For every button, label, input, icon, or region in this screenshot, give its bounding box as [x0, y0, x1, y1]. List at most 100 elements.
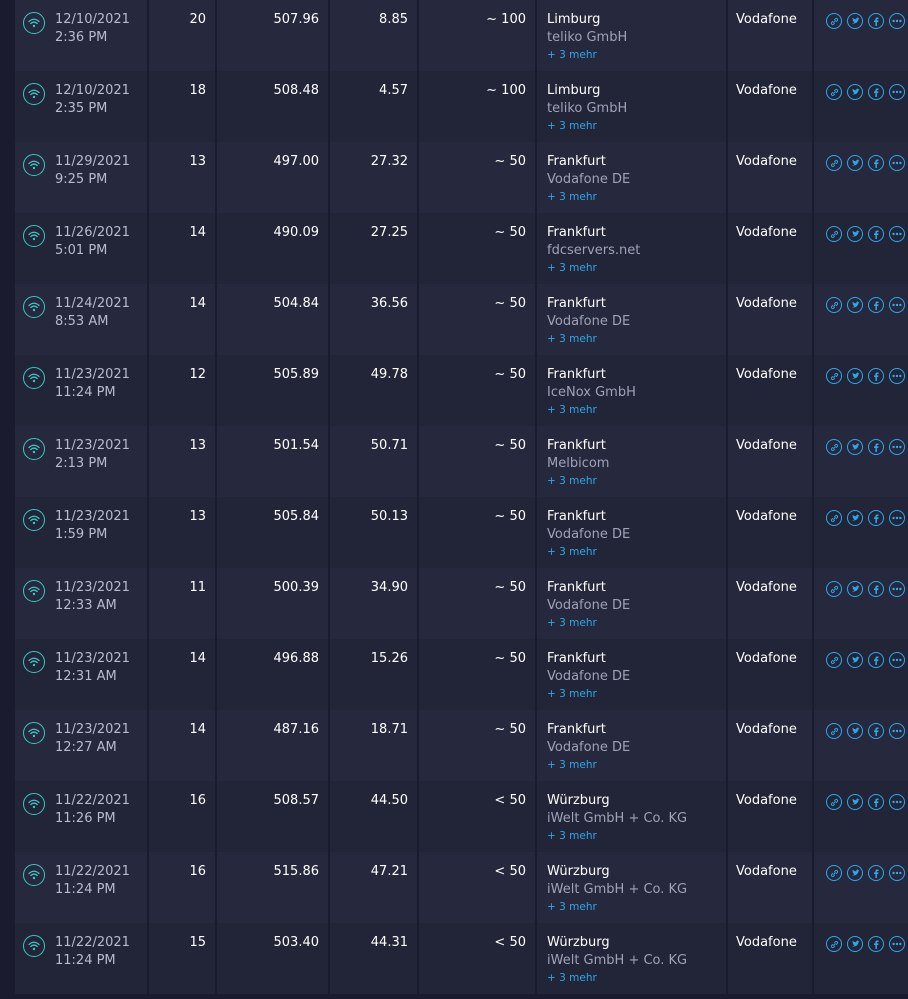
twitter-icon[interactable]: [847, 84, 863, 100]
share-cell: [814, 781, 908, 852]
more-options-icon[interactable]: [889, 297, 905, 313]
twitter-icon[interactable]: [847, 155, 863, 171]
table-row[interactable]: 11/23/2021 11:24 PM 12 505.89 49.78 ~ 50…: [15, 355, 908, 426]
link-icon[interactable]: [826, 297, 842, 313]
more-options-icon[interactable]: [889, 794, 905, 810]
share-cell: [814, 355, 908, 426]
twitter-icon[interactable]: [847, 865, 863, 881]
table-row[interactable]: 11/23/2021 12:27 AM 14 487.16 18.71 ~ 50…: [15, 710, 908, 781]
twitter-icon[interactable]: [847, 652, 863, 668]
more-servers-link[interactable]: + 3 mehr: [547, 260, 726, 276]
link-icon[interactable]: [826, 865, 842, 881]
more-options-icon[interactable]: [889, 13, 905, 29]
twitter-icon[interactable]: [847, 368, 863, 384]
table-row[interactable]: 12/10/2021 2:36 PM 20 507.96 8.85 ~ 100 …: [15, 0, 908, 71]
more-servers-link[interactable]: + 3 mehr: [547, 615, 726, 631]
table-row[interactable]: 11/26/2021 5:01 PM 14 490.09 27.25 ~ 50 …: [15, 213, 908, 284]
twitter-icon[interactable]: [847, 297, 863, 313]
table-row[interactable]: 11/23/2021 2:13 PM 13 501.54 50.71 ~ 50 …: [15, 426, 908, 497]
more-options-icon[interactable]: [889, 723, 905, 739]
twitter-icon[interactable]: [847, 794, 863, 810]
upload-cell: 27.25: [330, 213, 417, 284]
table-row[interactable]: 11/23/2021 1:59 PM 13 505.84 50.13 ~ 50 …: [15, 497, 908, 568]
more-options-icon[interactable]: [889, 226, 905, 242]
more-servers-link[interactable]: + 3 mehr: [547, 899, 726, 915]
date-cell: 12/10/2021 2:36 PM: [15, 0, 147, 71]
facebook-icon[interactable]: [868, 581, 884, 597]
table-row[interactable]: 11/29/2021 9:25 PM 13 497.00 27.32 ~ 50 …: [15, 142, 908, 213]
link-icon[interactable]: [826, 226, 842, 242]
twitter-icon[interactable]: [847, 13, 863, 29]
table-row[interactable]: 11/23/2021 12:31 AM 14 496.88 15.26 ~ 50…: [15, 639, 908, 710]
facebook-icon[interactable]: [868, 155, 884, 171]
isp-cell: Vodafone: [728, 284, 812, 355]
isp-cell: Vodafone: [728, 639, 812, 710]
table-row[interactable]: 12/10/2021 2:35 PM 18 508.48 4.57 ~ 100 …: [15, 71, 908, 142]
twitter-icon[interactable]: [847, 439, 863, 455]
more-servers-link[interactable]: + 3 mehr: [547, 686, 726, 702]
table-row[interactable]: 11/22/2021 11:24 PM 15 503.40 44.31 < 50…: [15, 923, 908, 994]
date-time: 11/23/2021 12:31 AM: [55, 650, 130, 710]
more-options-icon[interactable]: [889, 439, 905, 455]
facebook-icon[interactable]: [868, 510, 884, 526]
more-servers-link[interactable]: + 3 mehr: [547, 544, 726, 560]
twitter-icon[interactable]: [847, 510, 863, 526]
facebook-icon[interactable]: [868, 723, 884, 739]
ping-cell: 13: [149, 426, 215, 497]
more-options-icon[interactable]: [889, 652, 905, 668]
more-options-icon[interactable]: [889, 936, 905, 952]
more-servers-link[interactable]: + 3 mehr: [547, 402, 726, 418]
facebook-icon[interactable]: [868, 652, 884, 668]
link-icon[interactable]: [826, 510, 842, 526]
more-servers-link[interactable]: + 3 mehr: [547, 118, 726, 134]
link-icon[interactable]: [826, 723, 842, 739]
server-cell: Frankfurt Vodafone DE + 3 mehr: [537, 142, 726, 213]
facebook-icon[interactable]: [868, 13, 884, 29]
more-servers-link[interactable]: + 3 mehr: [547, 970, 726, 986]
more-servers-link[interactable]: + 3 mehr: [547, 331, 726, 347]
link-icon[interactable]: [826, 13, 842, 29]
link-icon[interactable]: [826, 581, 842, 597]
twitter-icon[interactable]: [847, 581, 863, 597]
twitter-icon[interactable]: [847, 936, 863, 952]
more-options-icon[interactable]: [889, 510, 905, 526]
date-time: 12/10/2021 2:36 PM: [55, 11, 130, 71]
twitter-icon[interactable]: [847, 723, 863, 739]
distance-cell: ~ 50: [419, 568, 535, 639]
more-servers-link[interactable]: + 3 mehr: [547, 47, 726, 63]
facebook-icon[interactable]: [868, 84, 884, 100]
more-options-icon[interactable]: [889, 368, 905, 384]
facebook-icon[interactable]: [868, 936, 884, 952]
distance-cell: ~ 50: [419, 284, 535, 355]
link-icon[interactable]: [826, 84, 842, 100]
more-options-icon[interactable]: [889, 865, 905, 881]
server-city: Frankfurt: [547, 651, 606, 666]
link-icon[interactable]: [826, 368, 842, 384]
table-row[interactable]: 11/22/2021 11:26 PM 16 508.57 44.50 < 50…: [15, 781, 908, 852]
link-icon[interactable]: [826, 439, 842, 455]
table-row[interactable]: 11/23/2021 12:33 AM 11 500.39 34.90 ~ 50…: [15, 568, 908, 639]
server-city: Frankfurt: [547, 580, 606, 595]
link-icon[interactable]: [826, 936, 842, 952]
facebook-icon[interactable]: [868, 794, 884, 810]
facebook-icon[interactable]: [868, 865, 884, 881]
upload-cell: 44.50: [330, 781, 417, 852]
table-row[interactable]: 11/22/2021 11:24 PM 16 515.86 47.21 < 50…: [15, 852, 908, 923]
more-options-icon[interactable]: [889, 155, 905, 171]
more-options-icon[interactable]: [889, 581, 905, 597]
more-servers-link[interactable]: + 3 mehr: [547, 189, 726, 205]
link-icon[interactable]: [826, 652, 842, 668]
more-servers-link[interactable]: + 3 mehr: [547, 828, 726, 844]
more-servers-link[interactable]: + 3 mehr: [547, 757, 726, 773]
link-icon[interactable]: [826, 794, 842, 810]
facebook-icon[interactable]: [868, 368, 884, 384]
more-servers-link[interactable]: + 3 mehr: [547, 473, 726, 489]
table-row[interactable]: 11/24/2021 8:53 AM 14 504.84 36.56 ~ 50 …: [15, 284, 908, 355]
twitter-icon[interactable]: [847, 226, 863, 242]
facebook-icon[interactable]: [868, 226, 884, 242]
facebook-icon[interactable]: [868, 297, 884, 313]
distance-cell: ~ 100: [419, 71, 535, 142]
link-icon[interactable]: [826, 155, 842, 171]
facebook-icon[interactable]: [868, 439, 884, 455]
more-options-icon[interactable]: [889, 84, 905, 100]
